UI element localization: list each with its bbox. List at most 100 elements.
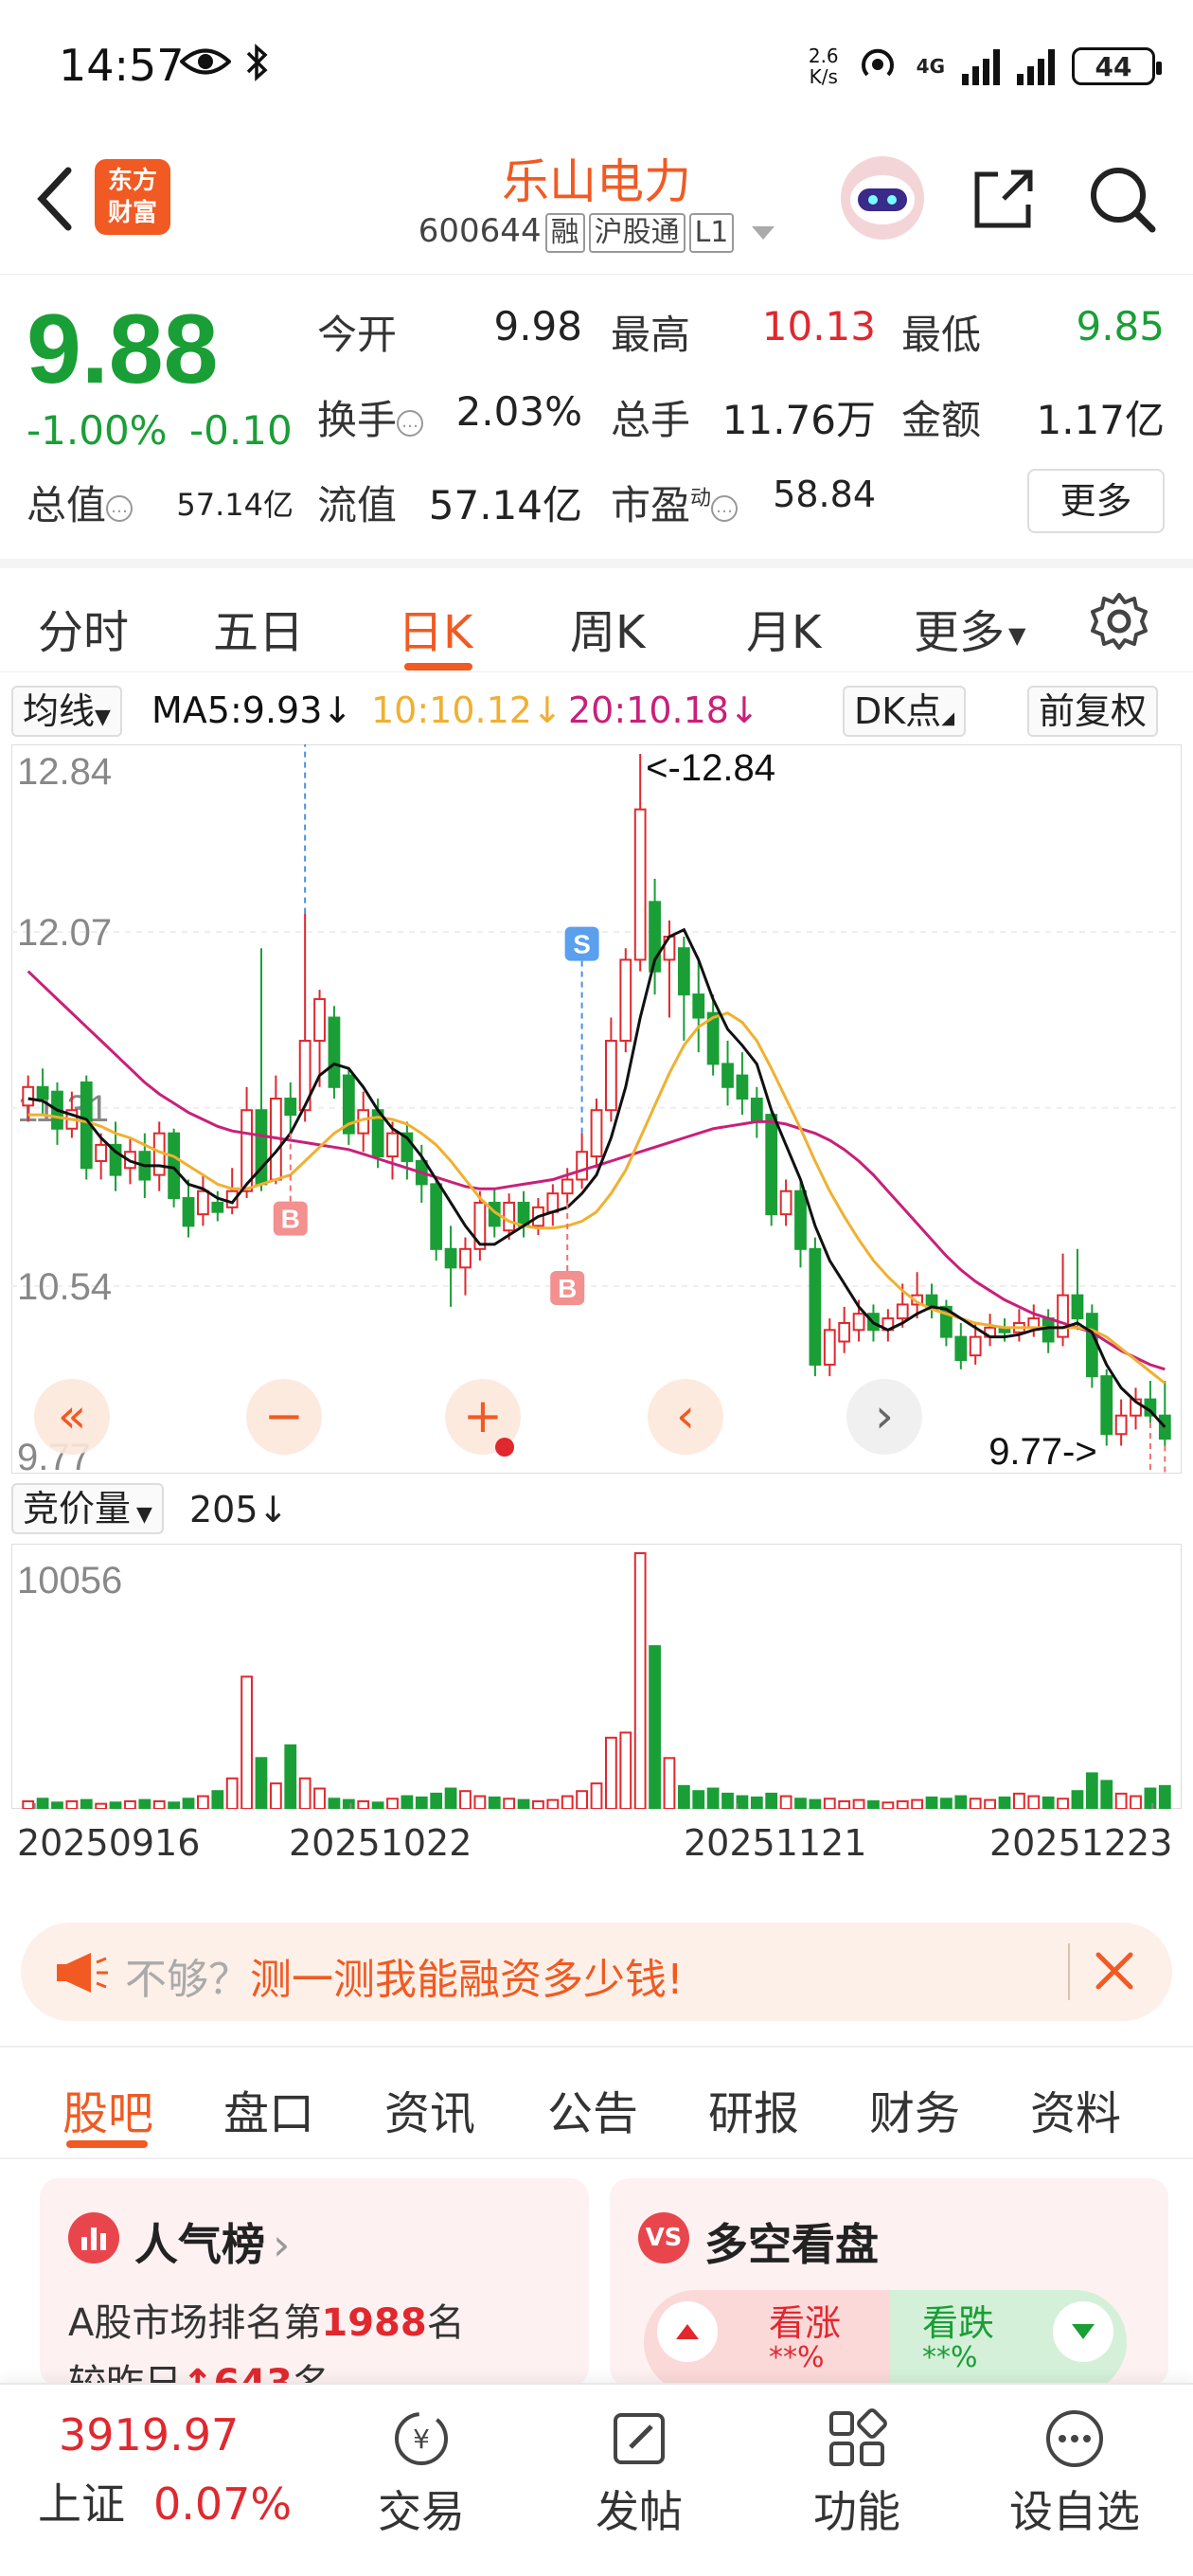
bull-bear-card[interactable]: VS 多空看盘 看涨 **% 看跌 **% bbox=[610, 2178, 1168, 2387]
bottom-navigation: 3919.97 上证 0.07% ¥ 交易 发帖 功能 设自选 bbox=[0, 2383, 1193, 2576]
volume-bar bbox=[532, 1799, 544, 1809]
tab-order-book[interactable]: 盘口 bbox=[223, 2076, 314, 2142]
volume-bar bbox=[576, 1790, 588, 1809]
candle-body bbox=[692, 993, 705, 1019]
nav-post[interactable]: 发帖 bbox=[554, 2396, 724, 2540]
more-button[interactable]: 更多 bbox=[1027, 469, 1165, 533]
edit-icon bbox=[606, 2406, 672, 2472]
min-price-annotation: 9.77-> bbox=[988, 1431, 1097, 1473]
tab-finance[interactable]: 财务 bbox=[869, 2076, 960, 2142]
settings-button[interactable] bbox=[1089, 591, 1149, 652]
rank-change-line: 较昨日↑643名 bbox=[68, 2362, 331, 2387]
volume-bar bbox=[633, 1552, 647, 1809]
zoom-out-button[interactable]: « bbox=[34, 1379, 110, 1455]
candle-body bbox=[211, 1201, 224, 1213]
tab-five-day[interactable]: 五日 bbox=[213, 595, 304, 661]
tab-weekly-k[interactable]: 周K bbox=[570, 595, 645, 661]
ma-selector[interactable]: 均线▼ bbox=[11, 686, 122, 737]
divider bbox=[1068, 1943, 1070, 2000]
bear-button[interactable]: 看跌 **% bbox=[890, 2290, 1127, 2387]
volume-bar bbox=[663, 1757, 676, 1809]
date-tick: 20251022 bbox=[289, 1822, 472, 1864]
date-tick: 20250916 bbox=[17, 1822, 201, 1864]
volume-bar bbox=[954, 1795, 968, 1809]
volume-bar bbox=[794, 1798, 807, 1809]
next-button[interactable]: › bbox=[846, 1379, 922, 1455]
more-icon bbox=[1042, 2406, 1108, 2472]
candle-body bbox=[386, 1132, 399, 1158]
candlestick-chart[interactable]: 12.8412.0711.3110.549.77SBSBBB<-12.849.7… bbox=[11, 744, 1182, 1474]
tab-daily-k[interactable]: 日K bbox=[398, 595, 472, 661]
volume-chart[interactable]: 10056 bbox=[11, 1544, 1182, 1809]
prev-button[interactable]: ‹ bbox=[648, 1379, 723, 1455]
tab-more[interactable]: 更多 ▼ bbox=[914, 595, 1025, 661]
volume-bar bbox=[881, 1801, 895, 1809]
popularity-card[interactable]: 人气榜 › A股市场排名第1988名 较昨日↑643名 bbox=[40, 2178, 589, 2387]
candle-body bbox=[590, 1109, 603, 1158]
index-value: 3919.97 bbox=[59, 2409, 240, 2460]
volume-bar bbox=[269, 1782, 282, 1809]
bear-value: **% bbox=[922, 2341, 978, 2374]
tab-news[interactable]: 资讯 bbox=[384, 2076, 475, 2142]
search-button[interactable] bbox=[1084, 161, 1160, 237]
minus-button[interactable]: − bbox=[246, 1379, 322, 1455]
candle-body bbox=[633, 808, 647, 961]
stock-header: 东方 财富 乐山电力 600644 融沪股通 L1 bbox=[0, 133, 1193, 275]
nav-add-watchlist[interactable]: 设自选 bbox=[989, 2396, 1160, 2540]
close-banner-button[interactable] bbox=[1091, 1947, 1138, 1995]
volume-bar bbox=[1100, 1780, 1113, 1809]
vs-icon: VS bbox=[638, 2212, 689, 2263]
tag-level: L1 bbox=[688, 213, 735, 253]
tab-monthly-k[interactable]: 月K bbox=[746, 595, 821, 661]
nav-trade[interactable]: ¥ 交易 bbox=[336, 2396, 507, 2540]
bull-value: **% bbox=[769, 2341, 825, 2374]
candle-body bbox=[736, 1074, 749, 1100]
turnover-label[interactable]: 换手… bbox=[317, 388, 424, 446]
tab-intraday[interactable]: 分时 bbox=[38, 595, 129, 661]
control-glyph: « bbox=[58, 1388, 87, 1443]
dk-point-toggle[interactable]: DK点◢ bbox=[843, 686, 967, 737]
float-value: 57.14亿 bbox=[428, 482, 582, 528]
volume-bar bbox=[750, 1796, 763, 1809]
total-value-label[interactable]: 总值… bbox=[27, 474, 134, 531]
volume-bar bbox=[168, 1801, 181, 1809]
volume-bar bbox=[430, 1792, 443, 1809]
volume-bar bbox=[677, 1784, 690, 1809]
nav-functions[interactable]: 功能 bbox=[772, 2396, 942, 2540]
volume-type-selector[interactable]: 竞价量 ▼ bbox=[11, 1483, 164, 1534]
financing-banner[interactable]: 不够？测一测我能融资多少钱! bbox=[21, 1923, 1172, 2021]
ma-indicator-row: 均线▼ MA5:9.93↓ 10:10.12↓ 20:10.18↓ DK点◢ 前… bbox=[0, 678, 1193, 744]
volume-bar bbox=[546, 1798, 560, 1809]
volume-bar bbox=[867, 1799, 880, 1809]
volume-bar bbox=[152, 1799, 166, 1809]
pe-label[interactable]: 市盈动… bbox=[611, 474, 739, 531]
index-quote[interactable]: 3919.97 上证 0.07% bbox=[19, 2409, 303, 2532]
bull-button[interactable]: 看涨 **% bbox=[644, 2290, 890, 2387]
tab-guba[interactable]: 股吧 bbox=[62, 2076, 153, 2142]
y-tick-label: 10.54 bbox=[17, 1266, 112, 1308]
candle-body bbox=[328, 1016, 341, 1088]
y-tick-label: 12.84 bbox=[17, 751, 112, 793]
share-button[interactable] bbox=[966, 161, 1042, 237]
bull-label: 看涨 bbox=[769, 2302, 842, 2344]
index-change: 0.07% bbox=[153, 2478, 293, 2530]
rank-line: A股市场排名第1988名 bbox=[68, 2301, 465, 2345]
tab-research[interactable]: 研报 bbox=[708, 2076, 799, 2142]
volume-bar bbox=[1130, 1795, 1142, 1809]
candle-body bbox=[1057, 1294, 1069, 1338]
signal-label: B bbox=[558, 1274, 577, 1303]
chevron-right-icon: › bbox=[273, 2219, 291, 2270]
adjust-type-button[interactable]: 前复权 bbox=[1027, 686, 1159, 737]
status-bar: 14:57 2.6 K/s 4G 44 bbox=[0, 0, 1193, 133]
card-title: 多空看盘 bbox=[704, 2219, 879, 2270]
volume-bar bbox=[736, 1795, 749, 1809]
info-icon: … bbox=[711, 494, 739, 522]
tab-announcements[interactable]: 公告 bbox=[547, 2076, 638, 2142]
volume-bar bbox=[1071, 1790, 1084, 1809]
ai-assistant-icon[interactable] bbox=[841, 156, 924, 240]
info-icon: … bbox=[397, 409, 424, 437]
tab-profile[interactable]: 资料 bbox=[1030, 2076, 1121, 2142]
candle-body bbox=[1100, 1375, 1113, 1436]
volume-bar bbox=[649, 1645, 661, 1809]
ma10-value: 10:10.12↓ bbox=[371, 689, 562, 731]
